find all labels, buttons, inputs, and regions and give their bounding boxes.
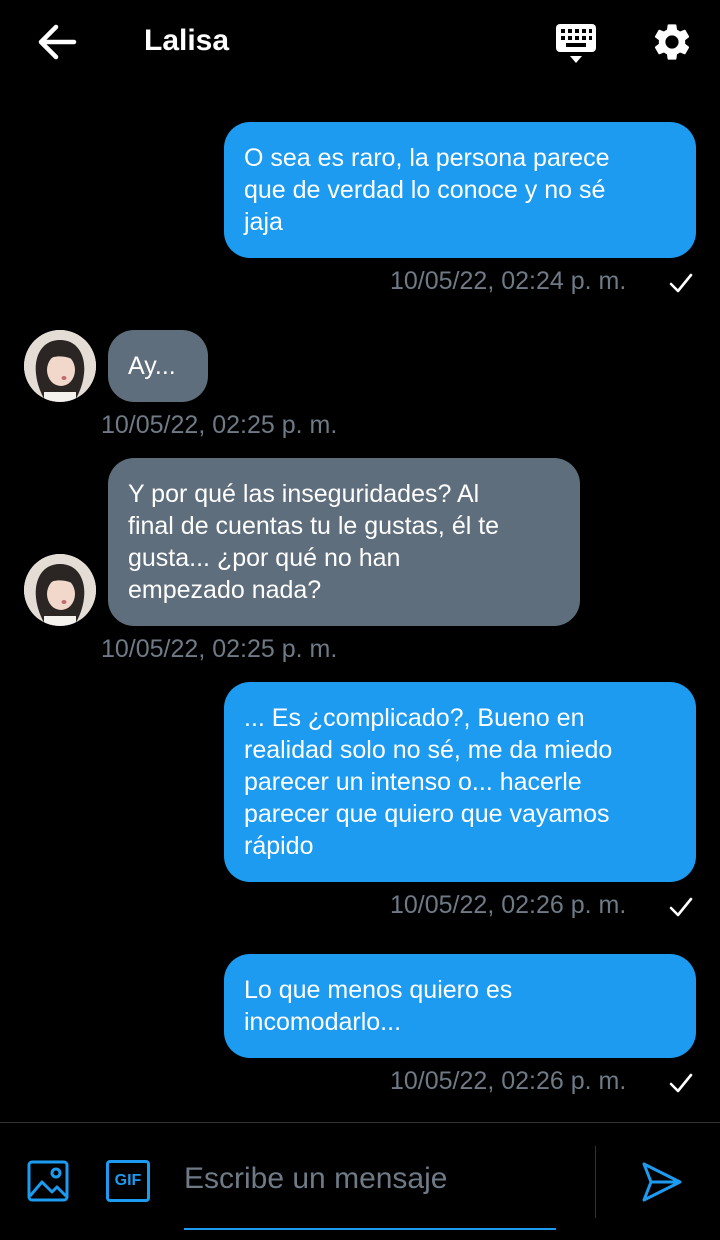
chat-title[interactable]: Lalisa	[144, 24, 229, 58]
message-timestamp: 10/05/22, 02:24 p. m.	[390, 267, 627, 295]
image-icon[interactable]	[27, 1160, 69, 1202]
keyboard-icon[interactable]	[552, 22, 600, 66]
avatar[interactable]	[24, 330, 96, 402]
composer-divider	[0, 1122, 720, 1123]
avatar[interactable]	[24, 554, 96, 626]
check-icon	[669, 1073, 693, 1093]
gif-button[interactable]: GIF	[106, 1160, 150, 1202]
incoming-message-bubble[interactable]: Y por qué las inseguridades? Al final de…	[108, 458, 580, 626]
check-icon	[669, 897, 693, 917]
outgoing-message-bubble[interactable]: Lo que menos quiero es incomodarlo...	[224, 954, 696, 1058]
avatar-photo	[24, 554, 96, 626]
outgoing-message-bubble[interactable]: O sea es raro, la persona parece que de …	[224, 122, 696, 258]
incoming-message-bubble[interactable]: Ay...	[108, 330, 208, 402]
message-timestamp: 10/05/22, 02:25 p. m.	[101, 635, 338, 663]
avatar-photo	[24, 330, 96, 402]
gif-icon: GIF	[114, 1172, 142, 1189]
outgoing-message-bubble[interactable]: ... Es ¿complicado?, Bueno en realidad s…	[224, 682, 696, 882]
message-timestamp: 10/05/22, 02:25 p. m.	[101, 411, 338, 439]
message-timestamp: 10/05/22, 02:26 p. m.	[390, 891, 627, 919]
check-icon	[669, 273, 693, 293]
back-arrow-icon[interactable]	[34, 22, 78, 62]
message-input[interactable]: Escribe un mensaje	[184, 1162, 556, 1196]
message-timestamp: 10/05/22, 02:26 p. m.	[390, 1067, 627, 1095]
gear-icon[interactable]	[650, 20, 694, 64]
send-icon[interactable]	[640, 1160, 684, 1204]
chat-header: Lalisa	[0, 0, 720, 84]
composer-separator	[595, 1146, 596, 1218]
message-input-underline	[184, 1228, 556, 1230]
